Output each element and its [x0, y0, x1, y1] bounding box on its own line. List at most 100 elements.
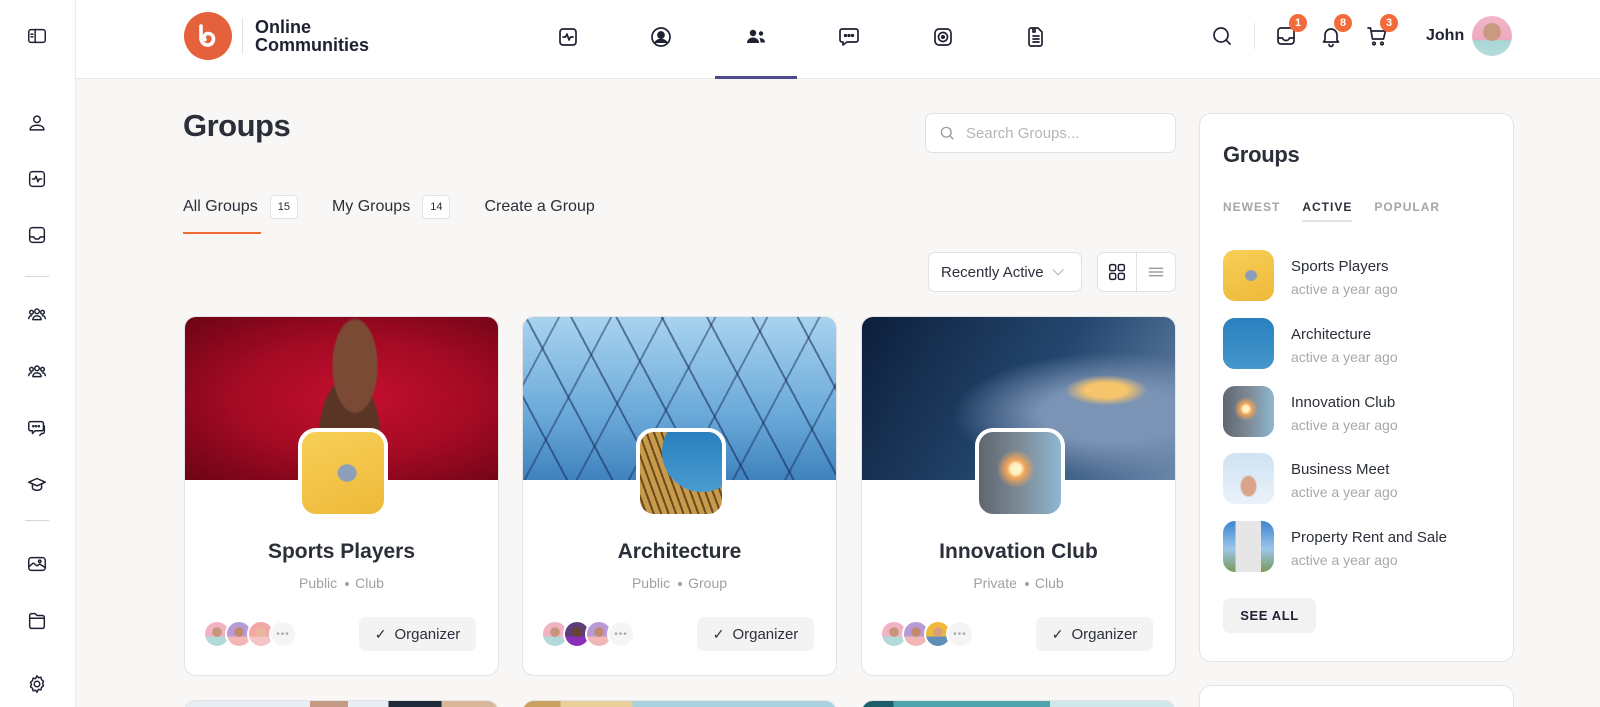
view-toggle	[1097, 252, 1176, 292]
page-title: Groups	[183, 108, 291, 143]
user-name[interactable]: John	[1426, 27, 1464, 45]
group-type: Club	[1034, 575, 1064, 591]
tab-my-groups[interactable]: My Groups 14	[332, 192, 451, 222]
photos-icon	[28, 556, 46, 572]
more-members[interactable]: •••	[946, 620, 974, 648]
profile-circle-icon	[651, 27, 671, 47]
group-name[interactable]: Sports Players	[185, 540, 498, 564]
tab-all-groups[interactable]: All Groups 15	[183, 192, 298, 234]
group-privacy: Public	[631, 575, 671, 591]
nav-profile[interactable]	[646, 22, 676, 52]
nav-forums[interactable]	[834, 22, 864, 52]
group-card-partial[interactable]	[861, 700, 1176, 707]
search-icon	[940, 126, 954, 140]
widget-group-item[interactable]: Innovation Club active a year ago	[1223, 386, 1493, 438]
group-meta: Private Club	[862, 575, 1175, 591]
grid-view-button[interactable]	[1098, 253, 1136, 291]
separator-dot	[1024, 582, 1029, 586]
settings-icon	[29, 675, 45, 693]
secondary-widget	[1199, 685, 1514, 707]
member-avatars: •••	[880, 620, 974, 648]
groups-icon	[747, 29, 765, 43]
check-icon: ✓	[712, 625, 725, 642]
brand-line-2: Communities	[255, 35, 370, 55]
group-card-partial[interactable]	[184, 700, 499, 707]
rail-item-photos[interactable]	[22, 549, 52, 579]
check-icon: ✓	[1051, 625, 1064, 642]
chevron-down-icon	[1052, 264, 1064, 276]
sidebar-toggle-button[interactable]	[22, 21, 52, 51]
rail-item-groups[interactable]	[22, 300, 52, 330]
widget-group-item[interactable]: Business Meet active a year ago	[1223, 453, 1493, 505]
check-icon: ✓	[374, 625, 387, 642]
user-avatar[interactable]	[1472, 16, 1512, 56]
rail-item-inbox[interactable]	[22, 220, 52, 250]
sort-select[interactable]: Recently Active	[928, 252, 1082, 292]
left-rail	[0, 0, 76, 707]
widget-tab-newest[interactable]: NEWEST	[1223, 200, 1280, 222]
notifications-button[interactable]: 8	[1316, 14, 1352, 52]
members-icon	[28, 365, 46, 378]
group-avatar[interactable]	[636, 428, 726, 518]
brand-line-1: Online	[255, 17, 312, 37]
rail-item-members[interactable]	[22, 357, 52, 387]
group-card-partial[interactable]	[522, 700, 837, 707]
search-groups-input[interactable]	[966, 124, 1166, 142]
widget-group-item[interactable]: Property Rent and Sale active a year ago	[1223, 521, 1493, 573]
group-avatar[interactable]	[298, 428, 388, 518]
profile-icon	[29, 115, 45, 131]
brand-name[interactable]: Online Communities	[255, 18, 369, 54]
member-avatars: •••	[541, 620, 635, 648]
group-card: Sports Players Public Club ••• ✓ Organize…	[184, 316, 499, 676]
documents-icon	[1028, 27, 1043, 47]
group-name[interactable]: Innovation Club	[862, 540, 1175, 564]
folder-icon	[28, 612, 46, 630]
group-thumbnail	[1223, 453, 1274, 504]
nav-activity[interactable]	[553, 22, 583, 52]
widget-tab-active[interactable]: ACTIVE	[1302, 200, 1353, 222]
more-members[interactable]: •••	[607, 620, 635, 648]
group-activity-time: active a year ago	[1291, 417, 1398, 433]
group-activity-time: active a year ago	[1291, 484, 1398, 500]
widget-group-item[interactable]: Sports Players active a year ago	[1223, 250, 1493, 302]
tab-create-group[interactable]: Create a Group	[484, 192, 594, 222]
messages-button[interactable]: 1	[1271, 14, 1307, 52]
list-view-button[interactable]	[1136, 253, 1175, 291]
group-name: Innovation Club	[1291, 394, 1396, 411]
rail-item-profile[interactable]	[22, 108, 52, 138]
group-type: Group	[688, 575, 728, 591]
group-meta: Public Group	[523, 575, 836, 591]
top-header: Online Communities 1 8 3 John	[76, 0, 1600, 79]
member-avatars: •••	[203, 620, 297, 648]
see-all-button[interactable]: SEE ALL	[1223, 598, 1316, 633]
widget-tab-popular[interactable]: POPULAR	[1374, 200, 1440, 222]
organizer-button[interactable]: ✓ Organizer	[359, 617, 476, 651]
group-search	[925, 113, 1176, 153]
brand-logo-icon	[199, 24, 216, 47]
group-avatar[interactable]	[975, 428, 1065, 518]
rail-divider	[25, 520, 49, 521]
nav-documents[interactable]	[1021, 22, 1051, 52]
organizer-label: Organizer	[1071, 625, 1138, 643]
search-button[interactable]	[1207, 20, 1237, 52]
more-members[interactable]: •••	[269, 620, 297, 648]
widget-tabs: NEWEST ACTIVE POPULAR	[1223, 200, 1462, 222]
rail-item-courses[interactable]	[22, 469, 52, 499]
rail-item-activity[interactable]	[22, 164, 52, 194]
organizer-label: Organizer	[394, 625, 461, 643]
nav-videos[interactable]	[928, 22, 958, 52]
brand-logo[interactable]	[184, 12, 232, 60]
group-name[interactable]: Architecture	[523, 540, 836, 564]
organizer-button[interactable]: ✓ Organizer	[1036, 617, 1153, 651]
rail-item-settings[interactable]	[22, 669, 52, 699]
group-type: Club	[355, 575, 384, 591]
group-name: Architecture	[1291, 326, 1372, 343]
search-icon	[1213, 27, 1231, 45]
organizer-button[interactable]: ✓ Organizer	[697, 617, 814, 651]
rail-item-documents[interactable]	[22, 606, 52, 636]
nav-groups[interactable]	[741, 22, 771, 52]
separator-dot	[678, 582, 683, 586]
rail-item-forums[interactable]	[22, 413, 52, 443]
cart-button[interactable]: 3	[1362, 14, 1398, 52]
widget-group-item[interactable]: Architecture active a year ago	[1223, 318, 1493, 370]
